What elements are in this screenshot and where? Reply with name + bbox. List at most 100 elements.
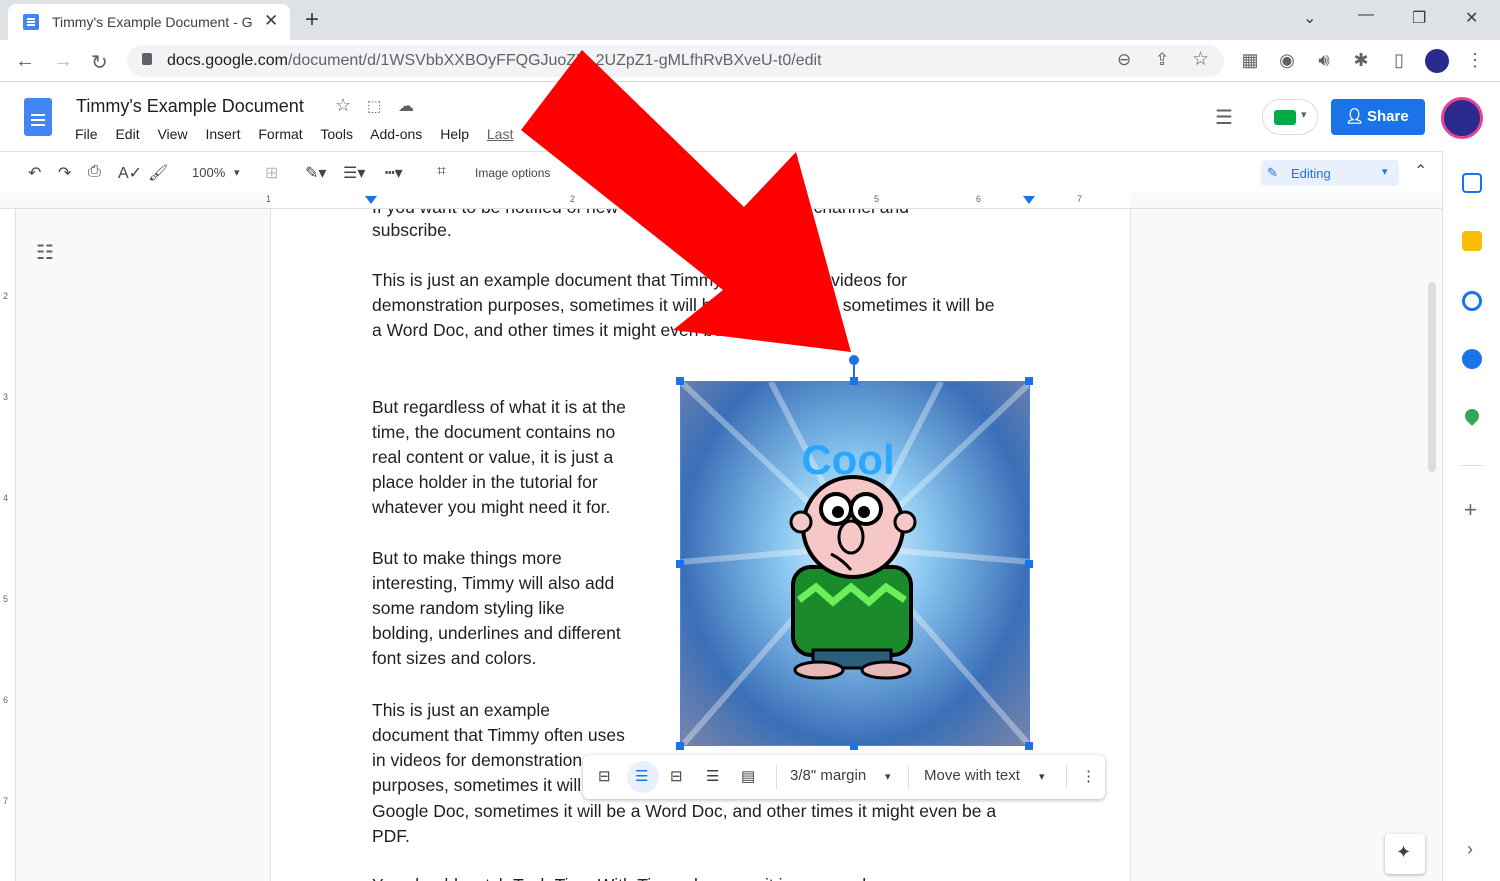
share-button[interactable]: 👤︎ Share <box>1331 99 1425 135</box>
resize-handle[interactable] <box>850 742 858 750</box>
vertical-scrollbar[interactable] <box>1428 282 1436 472</box>
collapse-menus-icon[interactable]: ⌃ <box>1414 161 1427 181</box>
resize-handle[interactable] <box>676 560 684 568</box>
meet-button[interactable]: ▾ <box>1262 99 1318 135</box>
browser-menu-icon[interactable]: ⋮ <box>1465 50 1485 70</box>
undo-icon[interactable]: ↶ <box>28 163 41 183</box>
resize-handle[interactable] <box>850 377 858 385</box>
resize-handle[interactable] <box>1025 560 1033 568</box>
text-line: But regardless of what it is at the <box>372 397 626 417</box>
border-weight-icon[interactable]: ☰▾ <box>343 163 365 183</box>
show-side-panel-icon[interactable]: › <box>1467 839 1473 860</box>
editing-mode-select[interactable]: ✎ Editing ▾ <box>1261 160 1399 186</box>
document-outline-icon[interactable]: ☷ <box>36 240 54 265</box>
text-line: demonstration purposes, sometimes it wil… <box>372 295 995 315</box>
side-panel-icon[interactable]: ▯ <box>1389 50 1409 70</box>
left-indent-handle[interactable] <box>365 196 377 204</box>
zoom-dropdown-icon[interactable]: ▾ <box>234 166 240 179</box>
move-folder-icon[interactable]: ⬚ <box>367 97 381 115</box>
close-window-icon[interactable]: ✕ <box>1465 8 1478 28</box>
document-title[interactable]: Timmy's Example Document <box>76 96 304 117</box>
zoom-select[interactable]: 100% <box>192 165 225 180</box>
resize-handle[interactable] <box>676 377 684 385</box>
text-line: in videos for demonstration <box>372 750 583 770</box>
wrap-text-button[interactable]: ☰ <box>627 761 659 793</box>
add-addon-icon[interactable]: + <box>1464 497 1477 523</box>
close-tab-icon[interactable]: ✕ <box>264 11 278 31</box>
text-line: interesting, Timmy will also add <box>372 573 615 593</box>
horizontal-ruler: 1 2 5 6 7 <box>0 193 1442 209</box>
forward-icon[interactable]: → <box>53 50 73 73</box>
contacts-icon[interactable] <box>1462 349 1482 369</box>
image-options-button[interactable]: Image options <box>475 166 550 180</box>
keep-icon[interactable] <box>1462 231 1482 251</box>
more-options-icon[interactable]: ⋮ <box>1081 767 1096 785</box>
ruler-mark: 5 <box>3 594 9 604</box>
print-icon[interactable]: ⎙ <box>88 163 101 181</box>
menu-file[interactable]: File <box>75 126 98 142</box>
spellcheck-icon[interactable]: A✓ <box>118 163 142 183</box>
menu-edit[interactable]: Edit <box>115 126 139 142</box>
profile-avatar[interactable] <box>1425 49 1449 73</box>
comments-icon[interactable]: ☰ <box>1215 105 1233 130</box>
explore-button[interactable]: ✦ <box>1385 834 1425 874</box>
chevron-down-icon[interactable]: ▾ <box>1039 770 1045 783</box>
add-comment-icon[interactable]: ⊞ <box>265 163 278 183</box>
behind-text-icon[interactable]: ☰ <box>706 767 719 785</box>
right-indent-handle[interactable] <box>1023 196 1035 204</box>
last-edit-link[interactable]: Last <box>487 126 513 142</box>
inline-wrap-icon[interactable]: ⊟ <box>598 767 611 785</box>
paint-format-icon[interactable]: 🖌︎ <box>148 163 168 183</box>
restore-icon[interactable]: ❐ <box>1412 8 1426 28</box>
text-line: document that Timmy often uses <box>372 725 625 745</box>
url-input[interactable]: docs.google.com/document/d/1WSVbbXXBOyFF… <box>127 45 1224 77</box>
minimize-icon[interactable]: — <box>1358 6 1374 24</box>
volume-icon[interactable]: 🔊︎ <box>1314 50 1334 70</box>
back-icon[interactable]: ← <box>15 50 35 73</box>
star-icon[interactable]: ☆ <box>335 95 351 116</box>
crop-icon[interactable]: ⌗ <box>437 163 446 181</box>
ruler-mark: 2 <box>570 194 576 204</box>
menu-tools[interactable]: Tools <box>320 126 353 142</box>
resize-handle[interactable] <box>1025 377 1033 385</box>
menu-view[interactable]: View <box>157 126 187 142</box>
zoom-icon[interactable]: ⊖ <box>1117 50 1131 70</box>
border-dash-icon[interactable]: ┅▾ <box>385 163 403 183</box>
browser-tab[interactable]: Timmy's Example Document - Go ✕ <box>8 4 290 40</box>
resize-handle[interactable] <box>1025 742 1033 750</box>
resize-handle[interactable] <box>676 742 684 750</box>
position-select[interactable]: Move with text <box>924 767 1020 784</box>
extension-1-icon[interactable]: ▦ <box>1240 50 1260 70</box>
text-line: some random styling like <box>372 598 565 618</box>
maps-icon[interactable] <box>1462 406 1482 426</box>
selected-image[interactable]: Cool <box>680 381 1030 746</box>
menu-addons[interactable]: Add-ons <box>370 126 422 142</box>
menu-help[interactable]: Help <box>440 126 469 142</box>
rotate-handle[interactable] <box>849 355 859 365</box>
new-tab-icon[interactable]: + <box>305 6 319 34</box>
menu-insert[interactable]: Insert <box>205 126 240 142</box>
margin-select[interactable]: 3/8" margin <box>790 767 866 784</box>
side-panel: + › <box>1442 151 1500 881</box>
tab-search-icon[interactable]: ⌄ <box>1303 8 1316 28</box>
menu-format[interactable]: Format <box>258 126 302 142</box>
docs-favicon-icon <box>23 14 39 30</box>
calendar-icon[interactable] <box>1462 173 1482 193</box>
text-line: bolding, underlines and different <box>372 623 621 643</box>
bookmark-star-icon[interactable]: ☆ <box>1192 48 1209 71</box>
cloud-status-icon[interactable]: ☁ <box>398 96 414 116</box>
camera-icon[interactable]: ◉ <box>1277 50 1297 70</box>
redo-icon[interactable]: ↷ <box>58 163 71 183</box>
extensions-puzzle-icon[interactable]: ✱ <box>1351 50 1371 70</box>
chevron-down-icon[interactable]: ▾ <box>885 770 891 783</box>
border-color-icon[interactable]: ✎▾ <box>305 163 326 183</box>
docs-logo-icon[interactable] <box>24 98 52 136</box>
break-text-icon[interactable]: ⊟ <box>670 767 683 785</box>
account-avatar[interactable] <box>1441 97 1483 139</box>
image-floating-toolbar: ⊟ ☰ ⊟ ☰ ▤ 3/8" margin ▾ Move with text ▾… <box>583 755 1105 799</box>
share-page-icon[interactable]: ⇪ <box>1155 50 1169 70</box>
in-front-text-icon[interactable]: ▤ <box>741 767 755 785</box>
explore-icon: ✦ <box>1396 842 1412 862</box>
reload-icon[interactable]: ↻ <box>91 50 108 75</box>
tasks-icon[interactable] <box>1462 291 1482 311</box>
